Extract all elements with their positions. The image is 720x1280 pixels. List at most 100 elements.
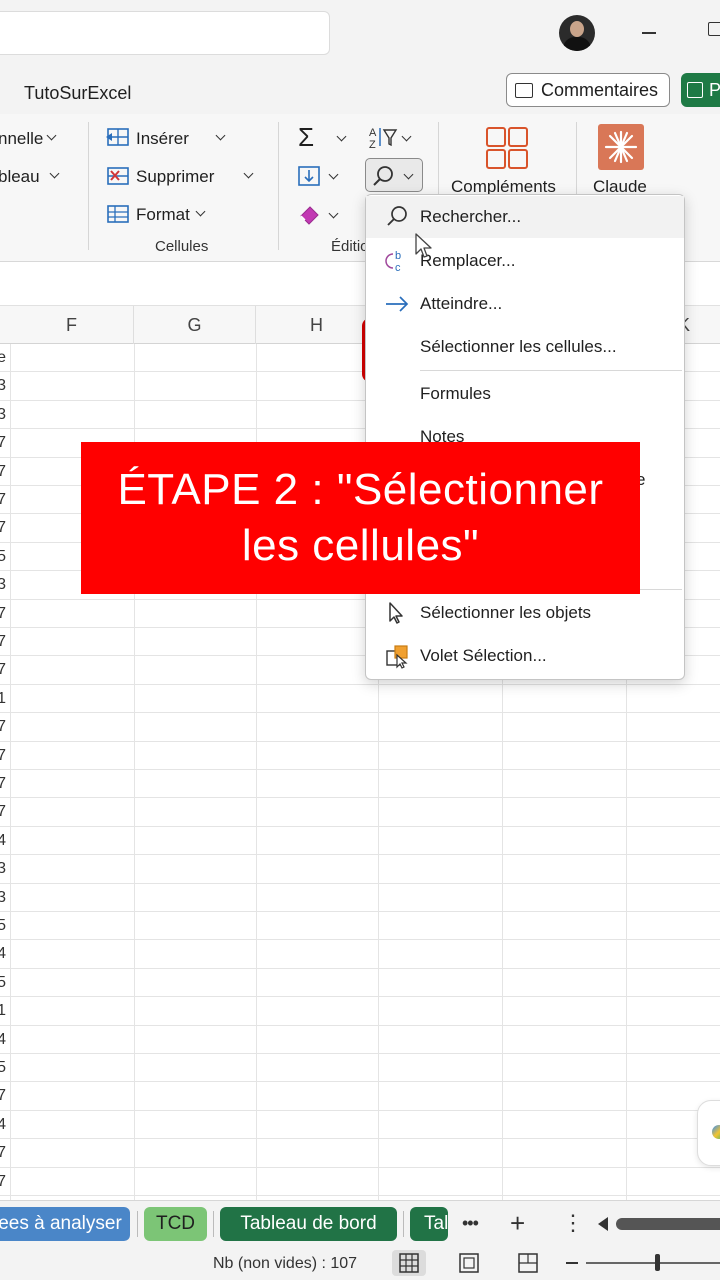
- row-cell-value: 3: [0, 860, 6, 878]
- pointer-icon: [389, 602, 403, 624]
- conditional-formatting-button[interactable]: nnelle: [0, 129, 43, 149]
- table-row[interactable]: 4: [0, 827, 720, 856]
- tab-divider: [213, 1211, 214, 1237]
- table-row[interactable]: 7: [0, 742, 720, 770]
- chevron-down-icon: [215, 130, 226, 141]
- fill-icon[interactable]: [297, 164, 321, 188]
- chevron-down-icon: [328, 208, 339, 219]
- menu-item-selection-pane[interactable]: Volet Sélection...: [366, 635, 684, 677]
- menu-item-go-to-special[interactable]: Sélectionner les cellules...: [366, 326, 684, 368]
- table-row[interactable]: 7: [0, 1082, 720, 1111]
- search-box[interactable]: [0, 11, 330, 55]
- table-row[interactable]: 7: [0, 713, 720, 742]
- page-layout-view-button[interactable]: [452, 1250, 486, 1276]
- tutorial-step-banner: ÉTAPE 2 : "Sélectionner les cellules": [81, 442, 640, 594]
- row-cell-value: 7: [0, 633, 6, 650]
- normal-view-button[interactable]: [392, 1250, 426, 1276]
- more-sheets-icon[interactable]: •••: [462, 1210, 479, 1236]
- scroll-left-icon[interactable]: [598, 1217, 608, 1231]
- table-row[interactable]: 1: [0, 685, 720, 714]
- chevron-down-icon: [328, 169, 339, 180]
- menu-separator: [420, 370, 682, 371]
- sheet-tabs-bar: ees à analyser TCD Tableau de bord Tal •…: [0, 1200, 720, 1246]
- autosum-icon[interactable]: Σ: [298, 122, 314, 153]
- row-cell-value: 7: [0, 519, 6, 537]
- group-divider: [278, 122, 279, 250]
- claude-icon[interactable]: [598, 124, 644, 170]
- table-row[interactable]: 5: [0, 912, 720, 941]
- zoom-out-icon[interactable]: [566, 1262, 578, 1264]
- menu-item-label: Formules: [420, 384, 491, 403]
- row-cell-value: 3: [0, 888, 6, 906]
- table-row[interactable]: 7: [0, 770, 720, 799]
- insert-button[interactable]: Insérer: [136, 129, 189, 149]
- table-row[interactable]: 5: [0, 1054, 720, 1083]
- delete-button[interactable]: Supprimer: [136, 167, 214, 187]
- sort-filter-icon[interactable]: A Z: [368, 124, 398, 150]
- table-row[interactable]: 1: [0, 997, 720, 1026]
- editing-group-label: Éditio: [331, 238, 369, 255]
- minimize-button[interactable]: [640, 20, 660, 44]
- search-icon: [387, 206, 407, 226]
- insert-cells-icon: [106, 128, 129, 146]
- row-cell-value: 7: [0, 746, 6, 764]
- row-cell-value: 7: [0, 491, 6, 508]
- addins-icon[interactable]: [485, 126, 529, 170]
- menu-item-label: Atteindre...: [420, 294, 503, 313]
- sheet-tab-label: Tal: [424, 1213, 448, 1234]
- avatar[interactable]: [559, 15, 595, 51]
- menu-item-select-objects[interactable]: Sélectionner les objets: [366, 592, 684, 634]
- sheet-tab-data[interactable]: ees à analyser: [0, 1207, 130, 1241]
- format-as-table-button[interactable]: bleau: [0, 167, 40, 187]
- restore-button[interactable]: [708, 22, 720, 36]
- table-row[interactable]: 4: [0, 1111, 720, 1140]
- status-bar: Nb (non vides) : 107: [0, 1246, 720, 1280]
- menu-item-label: Remplacer...: [420, 251, 516, 270]
- menu-item-label: Rechercher...: [420, 207, 522, 226]
- search-icon: [373, 166, 393, 186]
- replace-icon: b c: [385, 250, 401, 274]
- table-row[interactable]: 4: [0, 1026, 720, 1054]
- chevron-down-icon: [336, 131, 347, 142]
- group-divider: [88, 122, 89, 250]
- column-header-h[interactable]: H: [256, 306, 378, 344]
- table-row[interactable]: 4: [0, 940, 720, 969]
- row-cell-value: 7: [0, 462, 6, 480]
- page-layout-icon: [459, 1253, 479, 1273]
- menu-item-formulas[interactable]: Formules: [366, 373, 684, 415]
- row-cell-value: 5: [0, 547, 6, 565]
- table-row[interactable]: 7: [0, 1139, 720, 1168]
- sheet-tab-dashboard[interactable]: Tableau de bord: [220, 1207, 397, 1241]
- zoom-slider-thumb[interactable]: [655, 1254, 660, 1271]
- row-cell-value: 4: [0, 945, 6, 963]
- sheet-options-icon[interactable]: ⋮: [562, 1210, 584, 1236]
- add-sheet-icon[interactable]: +: [510, 1210, 525, 1236]
- row-cell-value: 7: [0, 1144, 6, 1162]
- column-header-f[interactable]: F: [10, 306, 134, 344]
- row-cell-value: 1: [0, 1002, 6, 1020]
- table-row[interactable]: 3: [0, 884, 720, 912]
- table-row[interactable]: 7: [0, 798, 720, 827]
- clear-icon[interactable]: [297, 203, 323, 225]
- copilot-button[interactable]: [697, 1100, 720, 1166]
- page-break-view-button[interactable]: [511, 1250, 545, 1276]
- chevron-down-icon: [401, 131, 412, 142]
- table-row[interactable]: 3: [0, 855, 720, 884]
- column-header-g[interactable]: G: [134, 306, 256, 344]
- table-row[interactable]: 5: [0, 969, 720, 998]
- format-button[interactable]: Format: [136, 205, 190, 225]
- find-select-button[interactable]: [365, 158, 423, 192]
- menu-item-go-to[interactable]: Atteindre...: [366, 283, 684, 325]
- sheet-tab-partial[interactable]: Tal: [410, 1207, 448, 1241]
- comments-button[interactable]: Commentaires: [506, 73, 670, 107]
- table-row[interactable]: 7: [0, 1168, 720, 1196]
- mouse-cursor-icon: [415, 233, 432, 258]
- share-button[interactable]: P: [681, 73, 720, 107]
- comment-icon: [515, 82, 533, 98]
- horizontal-scrollbar[interactable]: [616, 1218, 720, 1230]
- row-cell-value: 3: [0, 405, 6, 423]
- row-cell-value: 1: [0, 689, 6, 707]
- sheet-tab-tcd[interactable]: TCD: [144, 1207, 207, 1241]
- zoom-slider[interactable]: [586, 1262, 720, 1264]
- sheet-tab-label: ees à analyser: [0, 1213, 122, 1234]
